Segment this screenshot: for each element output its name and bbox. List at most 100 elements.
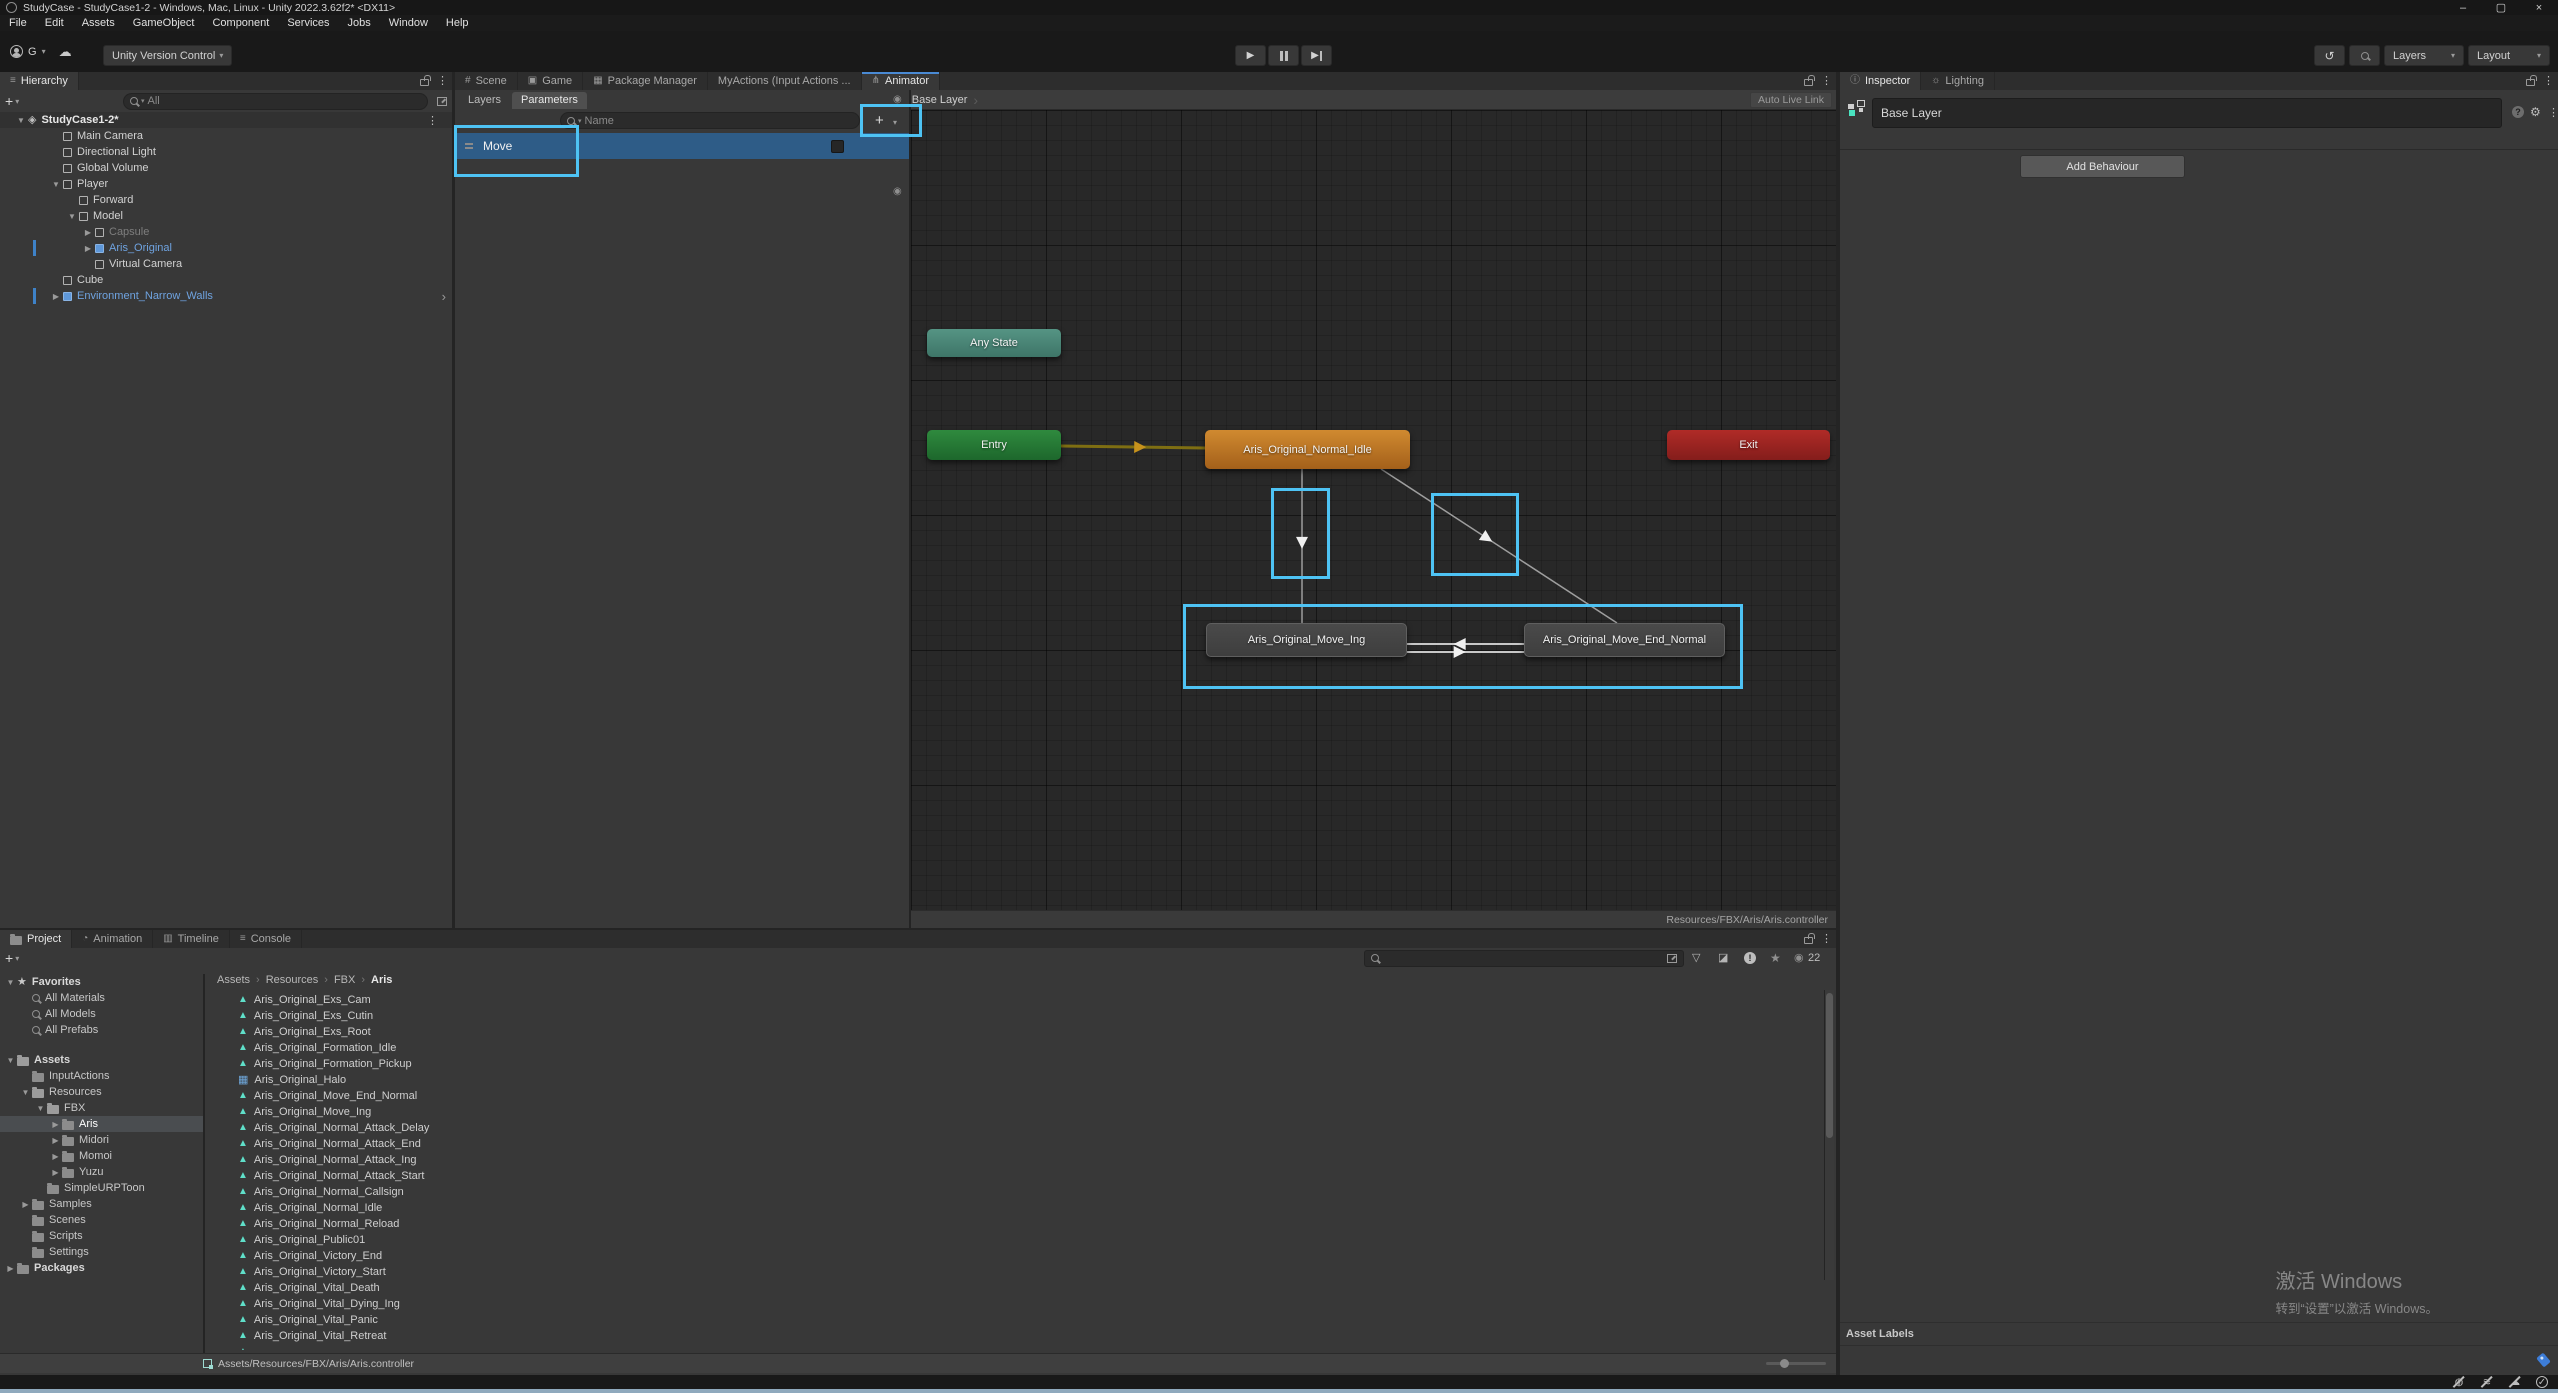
minimize-button[interactable]: – [2444, 0, 2482, 15]
hierarchy-item-player[interactable]: ▼Player [0, 176, 452, 192]
project-tree-item-momoi[interactable]: ▶Momoi [0, 1148, 203, 1164]
kebab-menu-icon[interactable]: ⋮ [1821, 74, 1832, 87]
file-row-aris-original-vital-dying-ing[interactable]: ▲Aris_Original_Vital_Dying_Ing [238, 1296, 1836, 1312]
account-dropdown-icon[interactable]: ▾ [42, 48, 46, 56]
project-tree-item-packages[interactable]: ▶Packages [0, 1260, 203, 1276]
project-add-button[interactable]: + [5, 950, 13, 966]
kebab-menu-icon[interactable]: ⋮ [427, 114, 438, 127]
file-row-aris-original-normal-attack-delay[interactable]: ▲Aris_Original_Normal_Attack_Delay [238, 1120, 1836, 1136]
menu-window[interactable]: Window [380, 15, 437, 31]
filter-by-type-icon[interactable]: ▽ [1692, 953, 1700, 964]
breadcrumb-segment-aris[interactable]: Aris [371, 974, 392, 986]
lock-icon[interactable] [1804, 79, 1813, 86]
expand-icon[interactable]: ▶ [49, 1136, 62, 1145]
file-row-partial[interactable]: ▲ [238, 1344, 1836, 1350]
layers-dropdown[interactable]: Layers▾ [2384, 45, 2464, 66]
file-row-aris-original-public01[interactable]: ▲Aris_Original_Public01 [238, 1232, 1836, 1248]
menu-gameobject[interactable]: GameObject [124, 15, 204, 31]
cloud-icon[interactable]: ☁ [59, 45, 72, 58]
menu-edit[interactable]: Edit [36, 15, 73, 31]
lock-icon[interactable] [420, 79, 429, 86]
state-node-any-state[interactable]: Any State [927, 329, 1061, 357]
expand-icon[interactable]: ▶ [49, 1168, 62, 1177]
tab-package-manager[interactable]: ▦Package Manager [583, 72, 708, 90]
file-list-scrollbar[interactable] [1824, 990, 1834, 1280]
file-row-aris-original-exs-cutin[interactable]: ▲Aris_Original_Exs_Cutin [238, 1008, 1836, 1024]
tag-icon[interactable] [2536, 1353, 2551, 1368]
project-tree-item-resources[interactable]: ▼Resources [0, 1084, 203, 1100]
help-icon[interactable]: ? [2512, 106, 2524, 118]
project-tree-item-settings[interactable]: Settings [0, 1244, 203, 1260]
project-add-dropdown-icon[interactable]: ▾ [15, 954, 19, 963]
account-icon[interactable] [10, 45, 23, 58]
breadcrumb-segment-fbx[interactable]: FBX [334, 974, 355, 986]
collapse-icon[interactable]: ▼ [49, 180, 63, 189]
file-row-aris-original-victory-end[interactable]: ▲Aris_Original_Victory_End [238, 1248, 1836, 1264]
scrollbar-thumb[interactable] [1826, 993, 1833, 1138]
favorites-star-icon[interactable]: ★ [1770, 952, 1781, 964]
hierarchy-item-capsule[interactable]: ▶Capsule [0, 224, 452, 240]
menu-jobs[interactable]: Jobs [339, 15, 380, 31]
expand-icon[interactable]: ▶ [81, 244, 95, 253]
project-tree-item-fbx[interactable]: ▼FBX [0, 1100, 203, 1116]
presets-icon[interactable]: ⚙ [2530, 106, 2541, 118]
file-row-aris-original-move-ing[interactable]: ▲Aris_Original_Move_Ing [238, 1104, 1836, 1120]
tab-animation[interactable]: ◔Animation [72, 930, 153, 948]
project-tree-item-inputactions[interactable]: InputActions [0, 1068, 203, 1084]
hierarchy-item-directional-light[interactable]: Directional Light [0, 144, 452, 160]
menu-assets[interactable]: Assets [73, 15, 124, 31]
file-row-aris-original-normal-attack-start[interactable]: ▲Aris_Original_Normal_Attack_Start [238, 1168, 1836, 1184]
account-initial[interactable]: G [28, 46, 37, 58]
file-row-aris-original-formation-idle[interactable]: ▲Aris_Original_Formation_Idle [238, 1040, 1836, 1056]
eye-icon[interactable]: ◉ [893, 187, 902, 197]
play-button[interactable]: ▶ [1235, 45, 1266, 66]
collapse-icon[interactable]: ▼ [4, 978, 17, 987]
project-tree-item-samples[interactable]: ▶Samples [0, 1196, 203, 1212]
hierarchy-item-environment-narrow-walls[interactable]: ▶Environment_Narrow_Walls› [0, 288, 452, 304]
add-behaviour-button[interactable]: Add Behaviour [2020, 155, 2185, 178]
pause-button[interactable] [1268, 45, 1299, 66]
project-search-input[interactable] [1364, 950, 1684, 967]
visibility-eye-icon[interactable]: ◉ [1794, 953, 1804, 964]
file-row-aris-original-exs-cam[interactable]: ▲Aris_Original_Exs_Cam [238, 992, 1836, 1008]
auto-live-link-button[interactable]: Auto Live Link [1750, 92, 1832, 108]
parameter-bool-checkbox[interactable] [831, 140, 844, 153]
transition-entry-to-idle[interactable] [1061, 446, 1205, 448]
file-row-aris-original-normal-reload[interactable]: ▲Aris_Original_Normal_Reload [238, 1216, 1836, 1232]
hierarchy-item-aris-original[interactable]: ▶Aris_Original [0, 240, 452, 256]
progress-idle-icon[interactable]: ✓ [2536, 1376, 2548, 1388]
file-row-aris-original-move-end-normal[interactable]: ▲Aris_Original_Move_End_Normal [238, 1088, 1836, 1104]
kebab-menu-icon[interactable]: ⋮ [1821, 932, 1832, 945]
state-node-aris-original-normal-idle[interactable]: Aris_Original_Normal_Idle [1205, 430, 1410, 469]
expand-icon[interactable]: ▶ [81, 228, 95, 237]
hidden-packages-icon[interactable]: ! [1744, 952, 1756, 964]
hierarchy-add-button[interactable]: + [5, 93, 13, 109]
expand-icon[interactable]: ▶ [49, 1120, 62, 1129]
file-row-aris-original-vital-panic[interactable]: ▲Aris_Original_Vital_Panic [238, 1312, 1836, 1328]
project-tree-item-all-prefabs[interactable]: All Prefabs [0, 1022, 203, 1038]
tab-myactions-input-actions-[interactable]: MyActions (Input Actions ... [708, 72, 862, 90]
project-tree-item-midori[interactable]: ▶Midori [0, 1132, 203, 1148]
tab-game[interactable]: ▣Game [518, 72, 583, 90]
layer-name-field[interactable]: Base Layer [1872, 98, 2502, 128]
close-button[interactable]: × [2520, 0, 2558, 15]
tab-layers[interactable]: Layers [459, 92, 510, 109]
collapse-icon[interactable]: ▼ [14, 116, 28, 125]
maximize-button[interactable]: ▢ [2482, 0, 2520, 15]
expand-icon[interactable]: ▶ [49, 1152, 62, 1161]
tab-inspector[interactable]: ⓘInspector [1840, 72, 1921, 90]
hierarchy-item-cube[interactable]: Cube [0, 272, 452, 288]
breadcrumb-segment-assets[interactable]: Assets [217, 974, 250, 986]
project-tree-item-aris[interactable]: ▶Aris [0, 1116, 203, 1132]
state-node-exit[interactable]: Exit [1667, 430, 1830, 460]
tab-timeline[interactable]: ▥Timeline [153, 930, 230, 948]
kebab-menu-icon[interactable]: ⋮ [437, 74, 448, 87]
lock-icon[interactable] [1804, 937, 1813, 944]
filter-by-label-icon[interactable]: ◪ [1718, 953, 1728, 964]
tab-lighting[interactable]: ☼Lighting [1921, 72, 1995, 90]
project-tree-item-scenes[interactable]: Scenes [0, 1212, 203, 1228]
kebab-menu-icon[interactable]: ⋮ [2543, 74, 2554, 87]
collapse-icon[interactable]: ▼ [65, 212, 79, 221]
menu-file[interactable]: File [0, 15, 36, 31]
project-tree-item-scripts[interactable]: Scripts [0, 1228, 203, 1244]
